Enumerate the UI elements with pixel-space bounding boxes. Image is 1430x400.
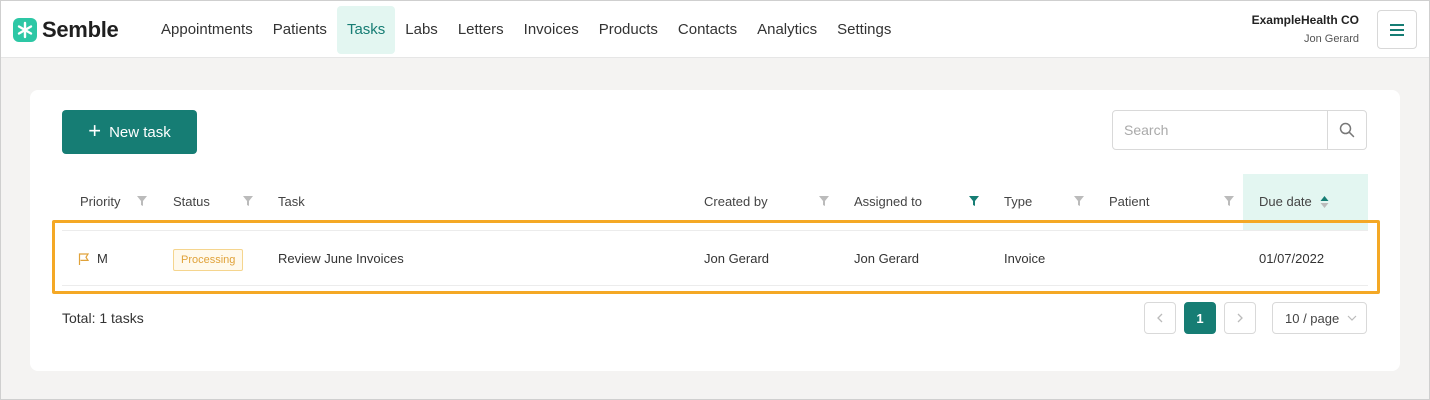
column-assigned-to-label: Assigned to <box>854 194 922 209</box>
search-icon <box>1339 122 1355 138</box>
total-count: Total: 1 tasks <box>62 310 144 326</box>
filter-icon[interactable] <box>1074 196 1084 206</box>
sort-icon[interactable] <box>1320 195 1329 209</box>
column-patient-label: Patient <box>1109 194 1150 209</box>
search-button[interactable] <box>1327 111 1366 149</box>
column-status-label: Status <box>173 194 210 209</box>
nav-item-patients[interactable]: Patients <box>263 6 337 54</box>
filter-icon[interactable] <box>243 196 253 206</box>
menu-icon <box>1390 23 1404 36</box>
logo-icon <box>13 18 37 42</box>
column-priority-label: Priority <box>80 194 121 209</box>
chevron-right-icon <box>1237 313 1243 323</box>
page-size-select[interactable]: 10 / page <box>1272 302 1367 334</box>
chevron-down-icon <box>1347 315 1357 321</box>
search-box <box>1112 110 1367 150</box>
nav-item-invoices[interactable]: Invoices <box>514 6 589 54</box>
filter-icon[interactable] <box>137 196 147 206</box>
nav-item-tasks[interactable]: Tasks <box>336 6 396 54</box>
column-created-by-label: Created by <box>704 194 768 209</box>
page-button-current[interactable]: 1 <box>1184 302 1216 334</box>
new-task-button[interactable]: + New task <box>62 110 197 154</box>
nav-item-analytics[interactable]: Analytics <box>747 6 827 54</box>
filter-icon[interactable] <box>1224 196 1234 206</box>
nav-item-appointments[interactable]: Appointments <box>151 6 263 54</box>
org-name: ExampleHealth CO <box>1251 13 1359 27</box>
filter-icon[interactable] <box>819 196 829 206</box>
chevron-left-icon <box>1157 313 1163 323</box>
nav-item-settings[interactable]: Settings <box>827 6 901 54</box>
prev-page-button[interactable] <box>1144 302 1176 334</box>
nav-item-letters[interactable]: Letters <box>448 6 514 54</box>
nav-item-products[interactable]: Products <box>589 6 668 54</box>
column-type-label: Type <box>1004 194 1033 209</box>
main-nav: Appointments Patients Tasks Labs Letters… <box>151 6 901 54</box>
new-task-label: New task <box>109 123 171 141</box>
menu-button[interactable] <box>1377 10 1417 49</box>
row-highlight-outline <box>52 220 1380 294</box>
page-size-value: 10 / page <box>1285 310 1340 326</box>
filter-active-icon[interactable] <box>969 196 979 206</box>
top-navbar: Semble Appointments Patients Tasks Labs … <box>1 1 1429 58</box>
column-due-date-label: Due date <box>1259 194 1312 209</box>
nav-item-labs[interactable]: Labs <box>395 6 448 54</box>
plus-icon: + <box>88 118 102 143</box>
user-name: Jon Gerard <box>1303 33 1359 45</box>
pagination: 1 10 / page <box>1144 302 1367 334</box>
account-info[interactable]: ExampleHealth CO Jon Gerard <box>1252 13 1359 45</box>
next-page-button[interactable] <box>1224 302 1256 334</box>
app-logo[interactable]: Semble <box>13 17 119 43</box>
column-task-label: Task <box>278 194 305 209</box>
search-input[interactable] <box>1113 111 1327 149</box>
nav-item-contacts[interactable]: Contacts <box>668 6 747 54</box>
logo-text: Semble <box>42 17 119 42</box>
